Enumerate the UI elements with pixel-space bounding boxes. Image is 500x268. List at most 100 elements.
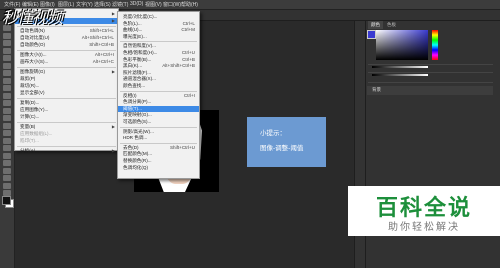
tool-icon[interactable] bbox=[3, 145, 11, 151]
menu-item-label: 色相/饱和度(H)... bbox=[123, 50, 158, 55]
menu-item-label: 照片滤镜(F)... bbox=[123, 69, 152, 75]
menu-item-label: 图像大小(I)... bbox=[20, 52, 47, 57]
adjust-menu-item[interactable]: 阴影/高光(W)... bbox=[118, 129, 199, 135]
chevron-right-icon: ▶ bbox=[111, 124, 115, 129]
divider bbox=[368, 72, 493, 73]
adjust-menu-item[interactable]: 照片滤镜(F)... bbox=[118, 70, 199, 76]
menu-item-shortcut: Alt+Ctrl+C bbox=[92, 59, 114, 64]
adjust-menu-item[interactable]: 替换颜色(R)... bbox=[118, 158, 199, 164]
menu-item-label: 亮度/对比度(C)... bbox=[123, 14, 158, 19]
adjust-menu-item[interactable]: 色阶(L)... Ctrl+L bbox=[118, 21, 199, 27]
image-menu-item[interactable]: 画布大小(S)... Alt+Ctrl+C bbox=[15, 59, 118, 65]
hue-slider[interactable] bbox=[432, 30, 438, 60]
adjust-menu-item[interactable]: 通道混合器(X)... bbox=[118, 76, 199, 82]
menu-item-label: 裁剪(P) bbox=[20, 76, 36, 81]
tab-color[interactable]: 颜色 bbox=[368, 21, 383, 29]
tool-icon[interactable] bbox=[3, 47, 11, 54]
tool-icon[interactable] bbox=[3, 40, 11, 46]
tool-icon[interactable] bbox=[3, 137, 11, 144]
menu-8[interactable]: 视图(V) bbox=[145, 1, 162, 8]
image-menu-item[interactable]: 变量(B) ▶ bbox=[15, 124, 118, 130]
menu-item-shortcut: Ctrl+M bbox=[181, 27, 195, 33]
image-menu-item[interactable]: 分析(A) ▶ bbox=[15, 148, 118, 154]
menu-9[interactable]: 窗口(W) bbox=[163, 1, 181, 8]
tool-icon[interactable] bbox=[3, 85, 11, 91]
tool-icon[interactable] bbox=[3, 62, 11, 69]
image-menu-item[interactable]: 图像大小(I)... Alt+Ctrl+I bbox=[15, 52, 118, 58]
image-menu-item[interactable]: 裁剪(P) bbox=[15, 76, 118, 82]
menu-5[interactable]: 选择(S) bbox=[94, 1, 111, 8]
menu-separator bbox=[120, 90, 197, 92]
brand-logo-box: 百科全说 助你轻松解决 bbox=[348, 186, 500, 236]
menu-item-label: 自动对比度(U) bbox=[20, 35, 50, 40]
menu-separator bbox=[17, 50, 116, 51]
adjust-menu-item[interactable]: 色调分离(P)... bbox=[118, 99, 199, 105]
image-menu-item[interactable]: 计算(C)... bbox=[15, 114, 118, 120]
tool-icon[interactable] bbox=[3, 182, 11, 189]
image-menu-item[interactable]: 应用图像(Y)... bbox=[15, 107, 118, 113]
tool-icon[interactable] bbox=[3, 77, 11, 84]
menu-7[interactable]: 3D(D) bbox=[130, 1, 143, 7]
image-menu-item[interactable]: 自动色调(N) Shift+Ctrl+L bbox=[15, 28, 118, 34]
menu-item-label: 渐变映射(G)... bbox=[123, 112, 152, 118]
menu-item-label: 变量(B) bbox=[20, 124, 36, 129]
layer-name: 背景 bbox=[372, 87, 381, 92]
foreground-color-swatch[interactable] bbox=[2, 196, 11, 205]
tool-icon[interactable] bbox=[3, 175, 11, 181]
adjust-menu-item[interactable]: HDR 色调... bbox=[118, 135, 199, 141]
panel-foreground-swatch[interactable] bbox=[367, 30, 376, 39]
menu-4[interactable]: 文字(Y) bbox=[76, 1, 93, 8]
image-menu-item[interactable]: 复制(D)... bbox=[15, 100, 118, 106]
image-menu-item[interactable]: 陷印(T)... bbox=[15, 138, 118, 144]
adjust-menu-item[interactable]: 曲线(U)... Ctrl+M bbox=[118, 27, 199, 33]
tool-icon[interactable] bbox=[3, 122, 11, 129]
adjust-menu-item[interactable]: 色调均化(Q) bbox=[118, 165, 199, 171]
tab-swatches[interactable]: 色板 bbox=[384, 21, 399, 29]
adjust-menu-item[interactable]: 颜色查找... bbox=[118, 83, 199, 89]
tool-icon[interactable] bbox=[3, 160, 11, 166]
image-menu-item[interactable]: 自动颜色(O) Shift+Ctrl+B bbox=[15, 42, 118, 48]
tool-icon[interactable] bbox=[3, 32, 11, 39]
image-menu-item[interactable]: 图像旋转(G) ▶ bbox=[15, 69, 118, 75]
tool-icon[interactable] bbox=[3, 152, 11, 159]
image-menu-item[interactable]: 显示全部(V) bbox=[15, 90, 118, 96]
chevron-right-icon: ▶ bbox=[111, 18, 115, 23]
tool-icon[interactable] bbox=[3, 100, 11, 106]
menu-item-label: 色彩平衡(B)... bbox=[123, 56, 152, 62]
adjust-menu-item[interactable]: 可选颜色(S)... bbox=[118, 119, 199, 125]
color-slider[interactable] bbox=[372, 74, 428, 76]
adjust-menu-item[interactable]: 渐变映射(G)... bbox=[118, 112, 199, 118]
menu-10[interactable]: 帮助(H) bbox=[181, 1, 198, 8]
tool-icon[interactable] bbox=[3, 107, 11, 114]
tool-icon[interactable] bbox=[3, 55, 11, 61]
menu-item-label: 通道混合器(X)... bbox=[123, 76, 156, 82]
adjust-menu-item[interactable]: 自然饱和度(V)... bbox=[118, 43, 199, 49]
adjust-menu-item[interactable]: 曝光度(E)... bbox=[118, 34, 199, 40]
adjust-menu-item[interactable]: 阈值(T)... bbox=[118, 105, 199, 112]
tool-icon[interactable] bbox=[3, 167, 11, 174]
adjust-menu-item[interactable]: 黑白(K)... Alt+Shift+Ctrl+B bbox=[118, 63, 199, 69]
menu-item-label: 替换颜色(R)... bbox=[123, 158, 152, 163]
adjust-menu-item[interactable]: 色相/饱和度(H)... Ctrl+U bbox=[118, 50, 199, 56]
menu-item-label: 自动颜色(O) bbox=[20, 42, 46, 47]
adjust-menu-item[interactable]: 匹配颜色(M)... bbox=[118, 151, 199, 157]
tool-icon[interactable] bbox=[3, 115, 11, 121]
menu-separator bbox=[17, 146, 116, 147]
image-menu-item[interactable]: 裁切(R)... bbox=[15, 83, 118, 89]
adjust-menu-item[interactable]: 色彩平衡(B)... Ctrl+B bbox=[118, 57, 199, 63]
image-menu-item[interactable]: 自动对比度(U) Alt+Shift+Ctrl+L bbox=[15, 35, 118, 41]
menu-6[interactable]: 滤镜(T) bbox=[112, 1, 128, 8]
tool-icon[interactable] bbox=[3, 70, 11, 76]
adjust-menu-item[interactable]: 反相(I) Ctrl+I bbox=[118, 93, 199, 99]
adjust-menu-item[interactable]: 亮度/对比度(C)... bbox=[118, 14, 199, 20]
layer-row[interactable] bbox=[367, 86, 493, 95]
color-slider[interactable] bbox=[372, 66, 428, 68]
menu-separator bbox=[17, 98, 116, 99]
tool-icon[interactable] bbox=[3, 130, 11, 136]
tip-title: 小提示： bbox=[260, 130, 286, 137]
color-field[interactable] bbox=[376, 30, 428, 60]
tool-icon[interactable] bbox=[3, 92, 11, 99]
adjust-menu-item[interactable]: 去色(D) Shift+Ctrl+U bbox=[118, 145, 199, 151]
image-menu-item[interactable]: 应用数据组(L)... bbox=[15, 131, 118, 137]
menu-item-label: 自然饱和度(V)... bbox=[123, 43, 156, 49]
